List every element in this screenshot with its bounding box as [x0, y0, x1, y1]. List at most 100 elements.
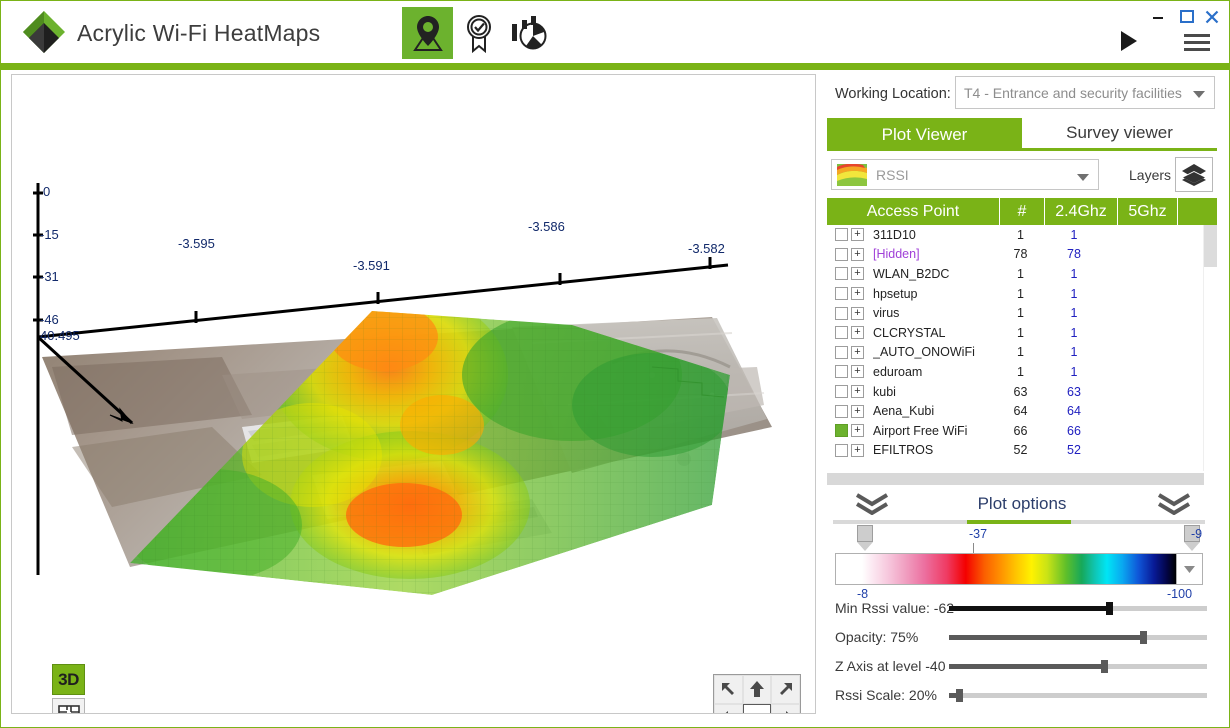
ap-ssid: WLAN_B2DC [873, 266, 950, 281]
expand-row-button[interactable]: + [851, 443, 864, 457]
table-row[interactable]: + CLCRYSTAL 1 1 [827, 323, 1217, 343]
view-mode-buttons: 3D [52, 664, 85, 713]
table-row[interactable]: + [Hidden] 78 78 [827, 245, 1217, 265]
tab-plot-viewer[interactable]: Plot Viewer [827, 118, 1022, 151]
viewer-tabs: Plot Viewer Survey viewer [827, 118, 1217, 151]
row-checkbox[interactable] [835, 424, 848, 438]
ap-ssid: eduroam [873, 364, 923, 379]
metric-select[interactable]: RSSI [831, 159, 1099, 190]
colorbar-spectrum [862, 554, 1176, 584]
scrollbar-thumb[interactable] [1204, 225, 1217, 267]
badge-check-icon[interactable] [453, 7, 504, 59]
working-location-select[interactable]: T4 - Entrance and security facilities [955, 76, 1215, 109]
table-vertical-scrollbar[interactable] [1203, 225, 1217, 471]
column-header-5ghz[interactable]: 5Ghz [1117, 198, 1177, 225]
min-rssi-slider[interactable] [949, 602, 1207, 615]
layer-selector-row: RSSI Layers [827, 157, 1217, 195]
table-horizontal-scrollbar[interactable] [827, 473, 1204, 485]
rssi-scale-slider[interactable] [949, 689, 1207, 702]
table-row[interactable]: + EFILTROS 52 52 [827, 441, 1217, 461]
column-header-access-point[interactable]: Access Point [827, 198, 999, 225]
nav-up-button[interactable] [742, 675, 772, 704]
rssi-scale-slider-thumb[interactable] [956, 689, 964, 702]
expand-row-button[interactable]: + [851, 228, 864, 242]
row-checkbox[interactable] [835, 228, 848, 242]
ap-count: 78 [1013, 247, 1028, 262]
map-pin-icon[interactable] [402, 7, 453, 59]
z-axis-slider-thumb[interactable] [1100, 660, 1108, 673]
ap-ssid: virus [873, 306, 900, 321]
tab-survey-viewer[interactable]: Survey viewer [1022, 118, 1217, 151]
nav-right-button[interactable] [771, 703, 800, 713]
expand-row-button[interactable]: + [851, 247, 864, 261]
table-row[interactable]: + eduroam 1 1 [827, 362, 1217, 382]
row-checkbox[interactable] [835, 443, 848, 457]
table-row[interactable]: + kubi 63 63 [827, 382, 1217, 402]
ap-24ghz: 78 [1067, 247, 1081, 262]
view-3d-button[interactable]: 3D [52, 664, 85, 695]
expand-row-button[interactable]: + [851, 267, 864, 281]
minimize-icon[interactable] [1151, 9, 1165, 23]
table-row[interactable]: + virus 1 1 [827, 303, 1217, 323]
expand-row-button[interactable]: + [851, 365, 864, 379]
expand-row-button[interactable]: + [851, 385, 864, 399]
opacity-slider[interactable] [949, 631, 1207, 644]
row-checkbox[interactable] [835, 247, 848, 261]
table-header: Access Point # 2.4Ghz 5Ghz [827, 198, 1217, 225]
nav-left-button[interactable] [714, 703, 743, 713]
expand-row-button[interactable]: + [851, 287, 864, 301]
expand-row-button[interactable]: + [851, 306, 864, 320]
layers-button[interactable] [1175, 157, 1213, 192]
table-row[interactable]: + _AUTO_ONOWiFi 1 1 [827, 343, 1217, 363]
colorbar-dropdown-button[interactable] [1176, 554, 1202, 584]
ap-ssid: 311D10 [873, 227, 916, 242]
column-header-count[interactable]: # [999, 198, 1044, 225]
expand-row-button[interactable]: + [851, 326, 864, 340]
ap-count: 1 [1017, 345, 1024, 360]
analytics-chart-icon[interactable] [504, 7, 555, 59]
table-row[interactable]: + Aena_Kubi 64 64 [827, 401, 1217, 421]
view-floorplan-button[interactable] [52, 698, 85, 713]
opacity-slider-thumb[interactable] [1139, 631, 1147, 644]
nav-up-left-button[interactable] [714, 675, 743, 704]
z-axis-slider-label: Z Axis at level -40 [835, 658, 946, 674]
navigation-pad [713, 674, 801, 713]
colorbar-gradient[interactable] [835, 553, 1203, 585]
maximize-icon[interactable] [1179, 9, 1195, 25]
row-checkbox[interactable] [835, 345, 848, 359]
row-checkbox[interactable] [835, 385, 848, 399]
table-row[interactable]: + WLAN_B2DC 1 1 [827, 264, 1217, 284]
ap-count: 64 [1013, 404, 1028, 419]
row-checkbox[interactable] [835, 404, 848, 418]
double-chevron-down-icon[interactable] [1157, 493, 1191, 520]
colorbar-white-cap [836, 554, 862, 584]
expand-row-button[interactable]: + [851, 345, 864, 359]
expand-row-button[interactable]: + [851, 404, 864, 418]
plot-viewer-canvas[interactable]: 0 -15 -31 -46 40.495 -3.595 -3.591 -3.58… [11, 74, 816, 714]
row-checkbox[interactable] [835, 306, 848, 320]
table-row[interactable]: + hpsetup 1 1 [827, 284, 1217, 304]
table-row[interactable]: + Airport Free WiFi 66 66 [827, 421, 1217, 441]
hamburger-menu-icon[interactable] [1184, 34, 1210, 57]
table-body[interactable]: +311D10 1 1 + [Hidden] 78 78 + WLAN_B2DC 1 1 + hpset… [827, 225, 1217, 471]
expand-row-button[interactable]: + [851, 424, 864, 438]
nav-center-button[interactable] [742, 703, 772, 713]
row-checkbox[interactable] [835, 267, 848, 281]
ap-count: 1 [1017, 227, 1024, 242]
row-checkbox[interactable] [835, 287, 848, 301]
row-checkbox[interactable] [835, 326, 848, 340]
play-icon[interactable] [1119, 30, 1139, 57]
colorbar-min-handle[interactable] [857, 525, 873, 551]
min-rssi-slider-thumb[interactable] [1105, 602, 1113, 615]
ap-ssid: CLCRYSTAL [873, 325, 946, 340]
column-header-24ghz[interactable]: 2.4Ghz [1044, 198, 1117, 225]
ap-ssid: kubi [873, 384, 896, 399]
svg-text:-3.591: -3.591 [353, 258, 390, 273]
table-row[interactable]: +311D10 1 1 [827, 225, 1217, 245]
close-icon[interactable] [1204, 9, 1220, 25]
row-checkbox[interactable] [835, 365, 848, 379]
ap-24ghz: 52 [1067, 443, 1081, 458]
z-axis-slider[interactable] [949, 660, 1207, 673]
ap-24ghz: 1 [1070, 227, 1078, 242]
nav-up-right-button[interactable] [771, 675, 800, 704]
